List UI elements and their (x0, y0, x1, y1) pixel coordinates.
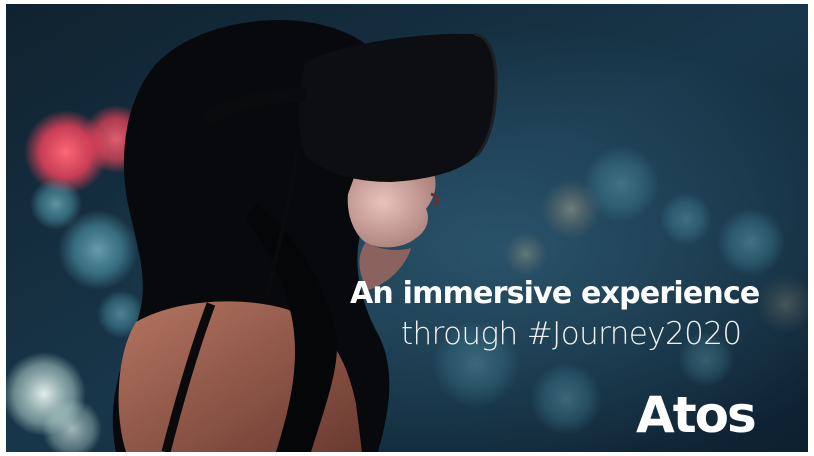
atos-logo: Atos (636, 388, 757, 438)
atos-logo-text: Atos (636, 388, 755, 438)
vr-photo (6, 4, 808, 452)
headline: An immersive experience (350, 276, 760, 311)
subline: through #Journey2020 (401, 316, 742, 352)
promo-banner: An immersive experience through #Journey… (6, 4, 808, 452)
